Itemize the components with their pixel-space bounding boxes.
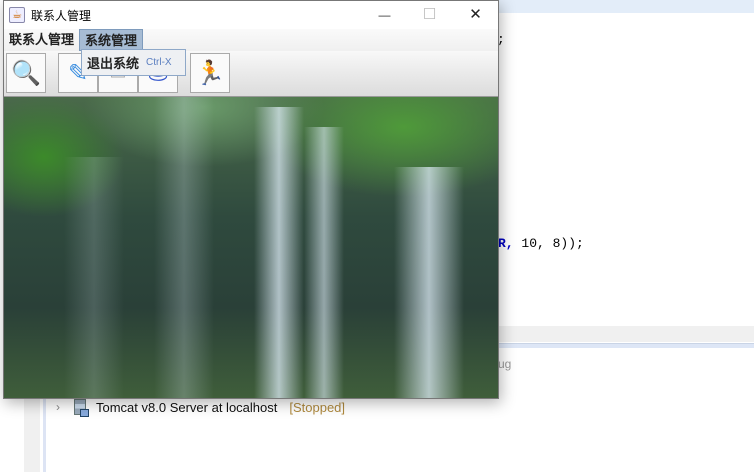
contact-manager-window: ☕ 联系人管理 — ☐ ✕ 联系人管理 系统管理 🔍 ✎ ▭ ⛁ 🏃 — [3, 0, 499, 399]
panel-divider — [497, 343, 754, 348]
java-icon: ☕ — [9, 7, 25, 23]
waterfall-image — [4, 97, 498, 398]
editor-scrollbar[interactable] — [497, 326, 754, 342]
search-button[interactable]: 🔍 — [6, 53, 46, 93]
title-bar[interactable]: ☕ 联系人管理 — ☐ ✕ — [4, 1, 498, 29]
side-strip — [24, 398, 40, 472]
close-button[interactable]: ✕ — [453, 1, 498, 29]
server-icon — [74, 399, 89, 417]
server-status: [Stopped] — [289, 399, 346, 415]
maximize-button[interactable]: ☐ — [407, 1, 452, 29]
menu-contacts[interactable]: 联系人管理 — [4, 29, 79, 51]
window-title: 联系人管理 — [31, 8, 92, 23]
server-name: Tomcat v8.0 Server at localhost — [96, 399, 278, 415]
exit-shortcut: Ctrl-X — [146, 57, 172, 68]
menu-item-exit-system[interactable]: 退出系统 Ctrl-X — [81, 49, 186, 76]
ide-header-bar — [497, 0, 754, 13]
minimize-button[interactable]: — — [362, 1, 407, 29]
code-fragment-2: R, 10, 8)); — [498, 236, 584, 251]
running-man-icon: 🏃 — [195, 59, 225, 87]
search-icon: 🔍 — [11, 59, 41, 87]
chevron-right-icon[interactable]: › — [56, 400, 68, 414]
debug-label: ug — [498, 357, 512, 371]
run-button[interactable]: 🏃 — [190, 53, 230, 93]
menu-bar: 联系人管理 系统管理 — [4, 29, 498, 51]
menu-system[interactable]: 系统管理 — [79, 29, 144, 51]
exit-label: 退出系统 — [87, 56, 140, 71]
server-list-item[interactable]: › Tomcat v8.0 Server at localhost [Stopp… — [56, 399, 346, 417]
toolbar: 🔍 ✎ ▭ ⛁ 🏃 — [4, 51, 498, 97]
side-divider — [43, 398, 46, 472]
